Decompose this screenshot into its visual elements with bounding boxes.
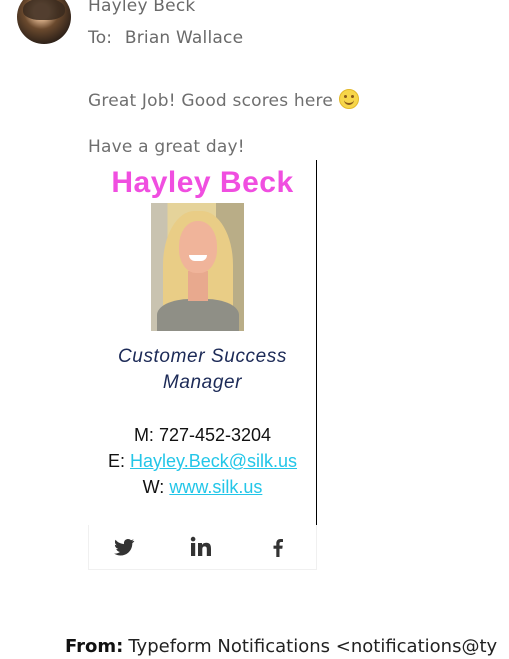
signature-email: E: Hayley.Beck@silk.us	[88, 451, 317, 472]
linkedin-icon[interactable]	[189, 535, 213, 559]
to-label: To:	[88, 28, 113, 48]
recipient-line: To: Brian Wallace	[88, 28, 243, 48]
website-link[interactable]: www.silk.us	[169, 477, 262, 497]
avatar	[17, 0, 71, 44]
email-label: E:	[107, 451, 125, 471]
from-value: Typeform Notifications <notifications@ty	[128, 636, 498, 657]
message-text-1: Great Job! Good scores here	[88, 91, 333, 111]
forwarded-from-line: From: Typeform Notifications <notificatio…	[65, 636, 497, 657]
recipient-name: Brian Wallace	[124, 28, 244, 48]
from-label: From:	[65, 636, 124, 657]
social-links	[88, 525, 317, 570]
signature-title: Customer Success Manager	[117, 346, 288, 393]
email-link[interactable]: Hayley.Beck@silk.us	[130, 451, 297, 471]
signature-website: W: www.silk.us	[88, 477, 317, 498]
message-line-1: Great Job! Good scores here	[88, 86, 359, 111]
email-signature: Hayley Beck Customer Success Manager M: …	[88, 160, 317, 570]
sender-name: Hayley Beck	[88, 0, 196, 16]
smile-emoji-icon	[338, 89, 359, 109]
signature-name: Hayley Beck	[111, 166, 294, 199]
profile-photo	[151, 203, 244, 331]
message-line-2: Have a great day!	[88, 137, 245, 157]
phone-number: 727-452-3204	[158, 425, 272, 445]
phone-label: M:	[133, 425, 154, 445]
web-label: W:	[142, 477, 165, 497]
signature-phone: M: 727-452-3204	[88, 425, 317, 446]
facebook-icon[interactable]	[266, 535, 290, 559]
twitter-icon[interactable]	[112, 535, 136, 559]
